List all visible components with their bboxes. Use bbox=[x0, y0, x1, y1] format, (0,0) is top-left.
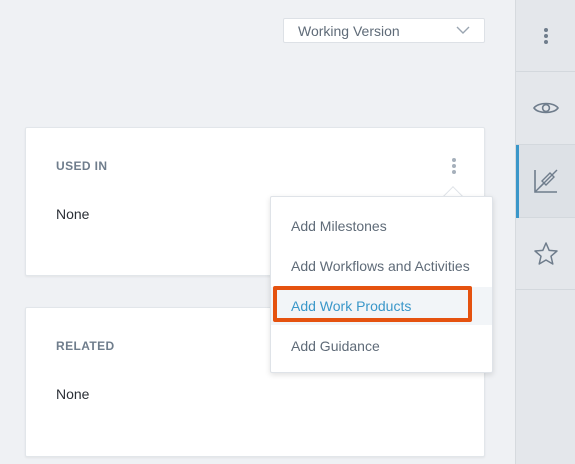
menu-item-add-milestones[interactable]: Add Milestones bbox=[271, 207, 492, 245]
kebab-vertical-icon bbox=[544, 27, 548, 44]
sidebar-active-indicator bbox=[516, 145, 519, 218]
right-sidebar bbox=[515, 0, 575, 464]
related-title: RELATED bbox=[56, 339, 115, 353]
sidebar-item-favorite[interactable] bbox=[516, 218, 575, 290]
version-select[interactable]: Working Version bbox=[283, 18, 485, 43]
main-panel: Working Version USED IN None RELATED Non… bbox=[0, 0, 515, 464]
version-select-value: Working Version bbox=[298, 22, 400, 39]
sidebar-item-view[interactable] bbox=[516, 72, 575, 145]
star-icon bbox=[534, 241, 558, 265]
kebab-dot bbox=[452, 158, 456, 162]
sidebar-item-more[interactable] bbox=[516, 0, 575, 72]
kebab-dot bbox=[452, 164, 456, 168]
used-in-value: None bbox=[56, 206, 90, 222]
kebab-dot bbox=[452, 170, 456, 174]
used-in-title: USED IN bbox=[56, 159, 108, 173]
menu-item-add-workflows-and-activities[interactable]: Add Workflows and Activities bbox=[271, 247, 492, 285]
used-in-menu-button[interactable] bbox=[448, 156, 460, 176]
add-context-menu: Add Milestones Add Workflows and Activit… bbox=[270, 196, 493, 373]
menu-item-add-guidance[interactable]: Add Guidance bbox=[271, 327, 492, 365]
chart-edit-icon bbox=[534, 169, 558, 193]
sidebar-item-edit[interactable] bbox=[516, 145, 575, 218]
menu-item-add-work-products[interactable]: Add Work Products bbox=[271, 287, 492, 325]
chevron-down-icon bbox=[456, 26, 470, 34]
eye-icon bbox=[533, 102, 559, 114]
related-value: None bbox=[56, 386, 90, 402]
